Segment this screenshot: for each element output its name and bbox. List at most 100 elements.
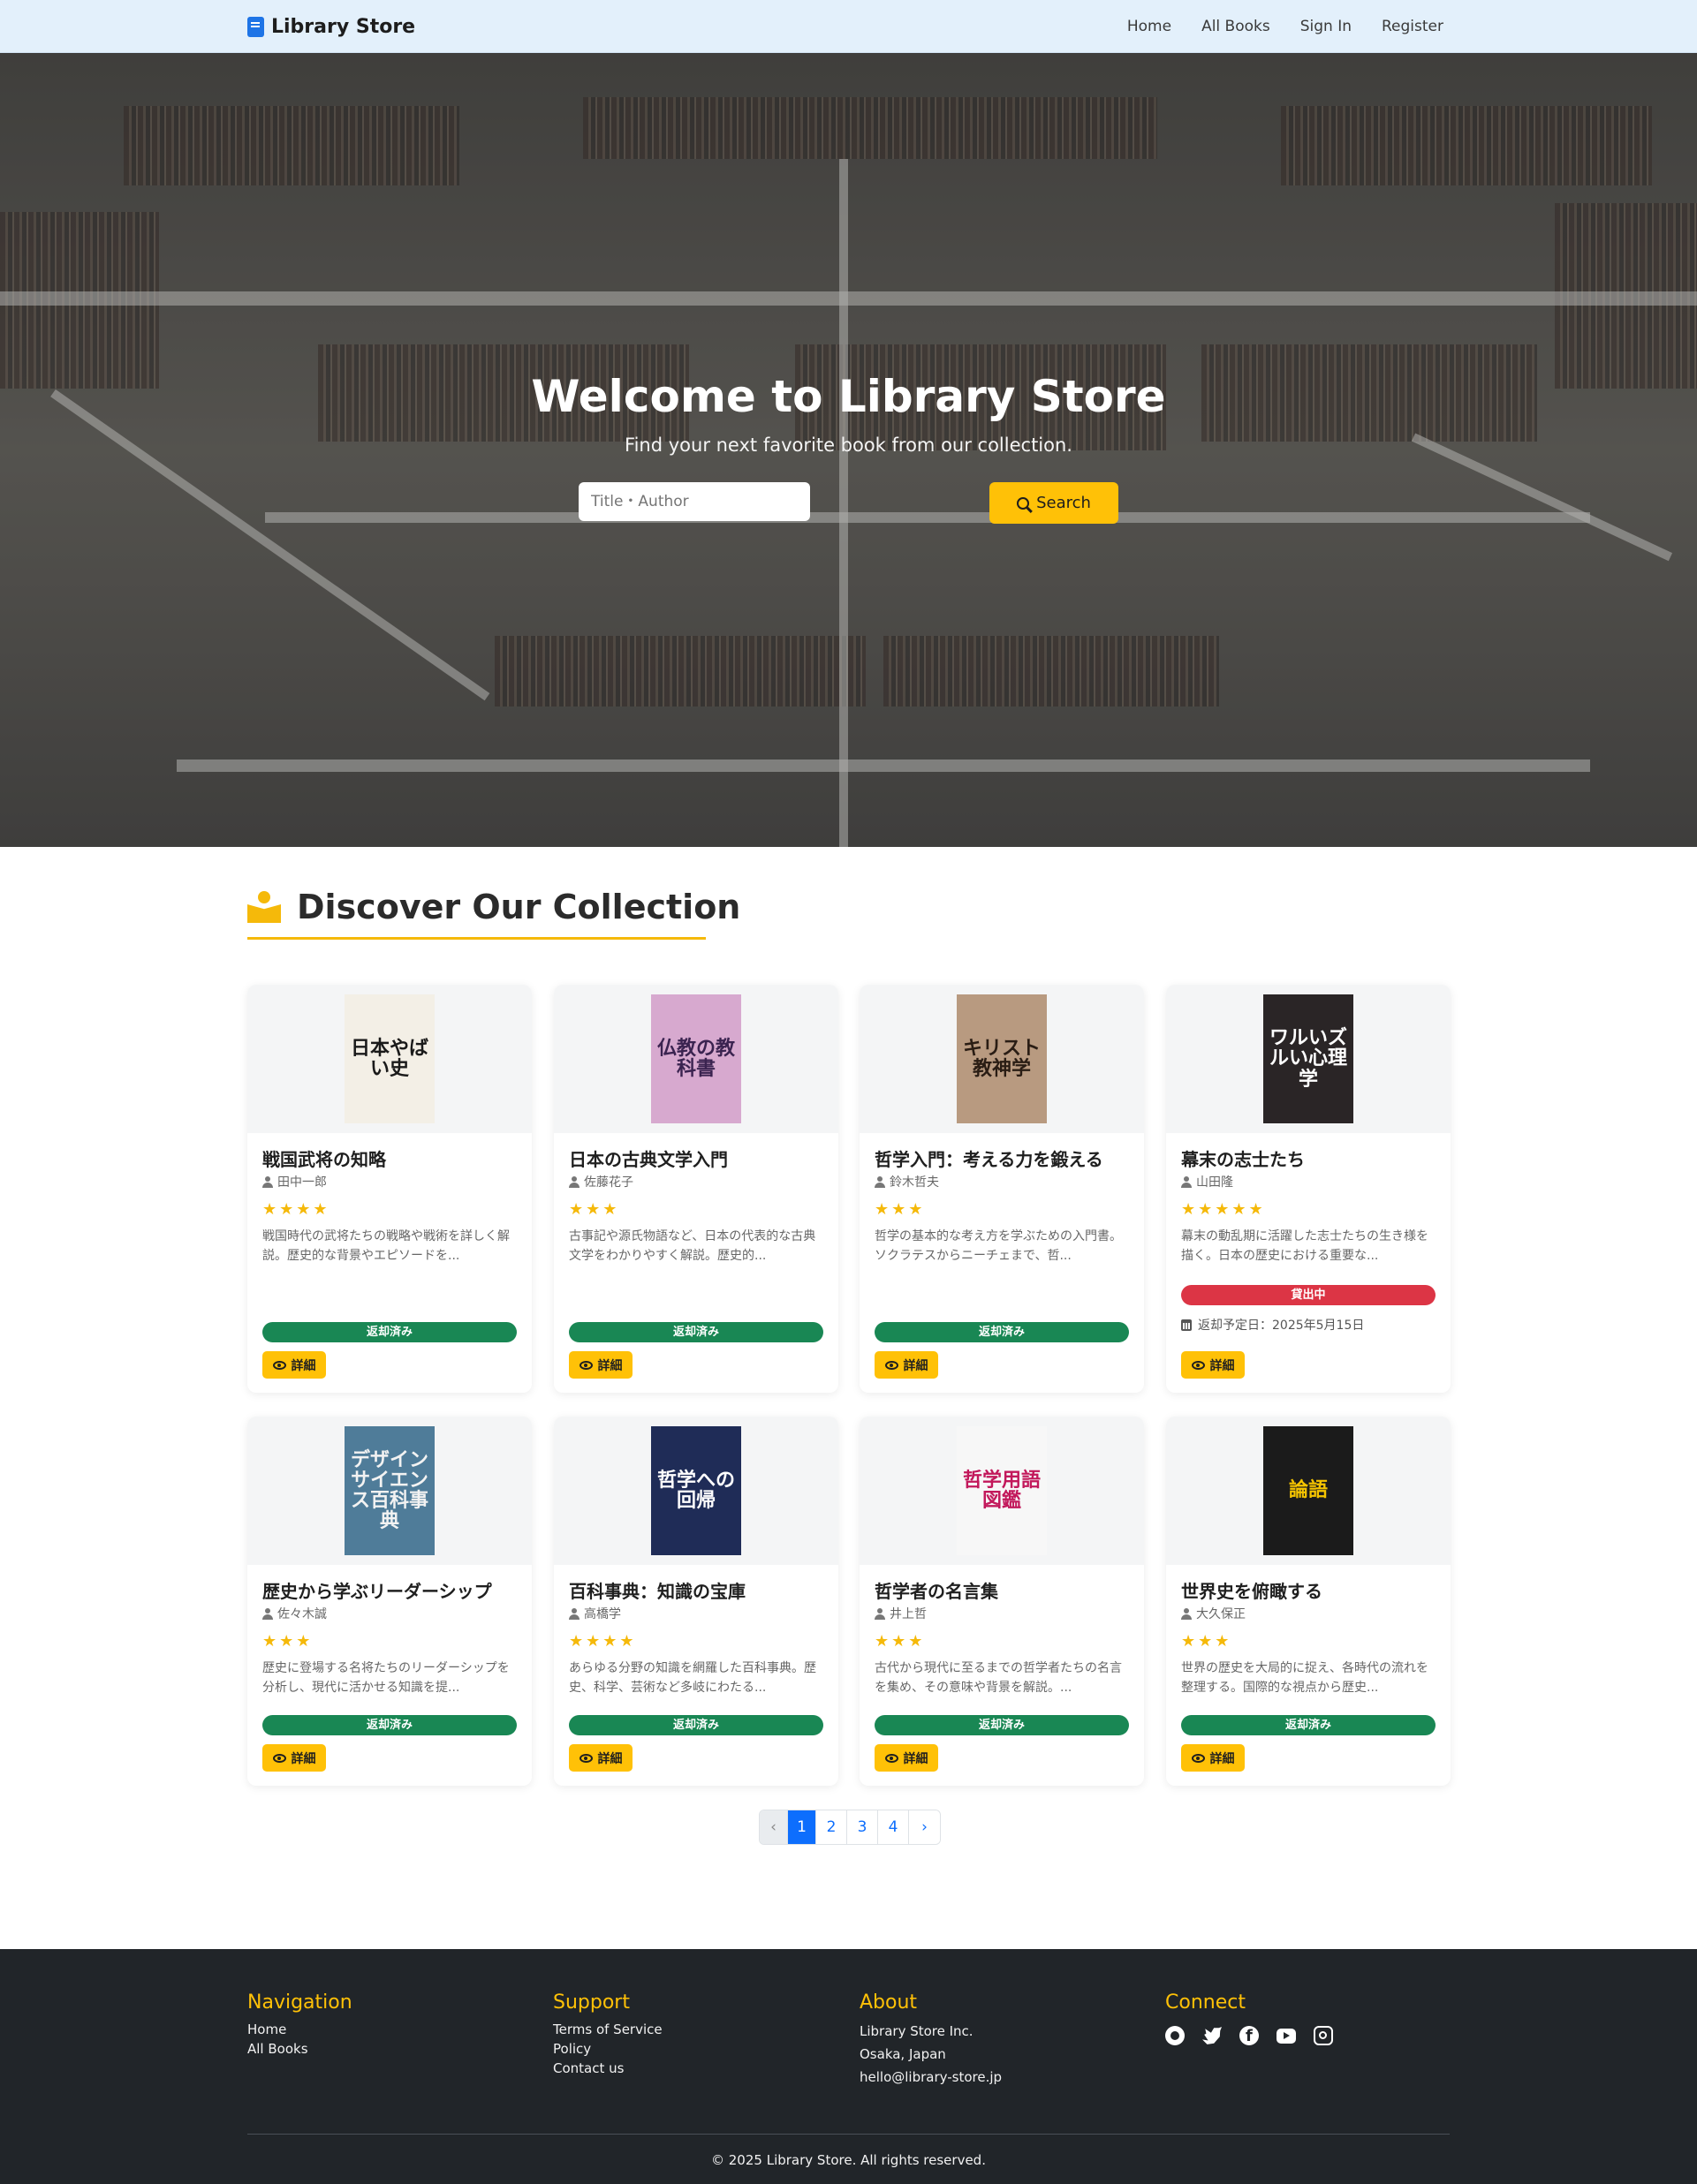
eye-icon bbox=[579, 1753, 593, 1763]
book-card-body: 世界史を俯瞰する 大久保正 ★★★ 世界の歴史を大局的に捉え、各時代の流れを整理する。… bbox=[1166, 1565, 1451, 1699]
nav-link-all-books[interactable]: All Books bbox=[1201, 18, 1270, 35]
user-icon bbox=[875, 1607, 885, 1620]
social-links bbox=[1165, 2026, 1333, 2045]
pagination: ‹ 1 2 3 4 › bbox=[759, 1810, 941, 1845]
footer-heading-support: Support bbox=[553, 1991, 630, 2014]
twitter-icon[interactable] bbox=[1202, 2027, 1222, 2044]
book-cover-area: 哲学への回帰 bbox=[554, 1417, 838, 1565]
book-author: 鈴木哲夫 bbox=[875, 1173, 1129, 1190]
book-card: 哲学への回帰 百科事典：知識の宝庫 高橋学 ★★★★ あらゆる分野の知識を網羅した百科事… bbox=[554, 1417, 838, 1786]
rating-stars: ★★★ bbox=[875, 1200, 926, 1219]
footer-about: About Library Store Inc. Osaka, Japan he… bbox=[860, 1991, 1002, 2089]
detail-button[interactable]: 詳細 bbox=[875, 1744, 938, 1772]
book-card-body: 日本の古典文学入門 佐藤花子 ★★★ 古事記や源氏物語など、日本の代表的な古典文学をわ… bbox=[554, 1133, 838, 1267]
footer-heading-connect: Connect bbox=[1165, 1991, 1246, 2014]
hero-content: Welcome to Library Store Find your next … bbox=[0, 53, 1697, 847]
pagination-next[interactable]: › bbox=[909, 1810, 940, 1844]
book-cover-title: 日本やばい史 bbox=[350, 1037, 428, 1080]
detail-button[interactable]: 詳細 bbox=[875, 1351, 938, 1379]
reader-icon bbox=[247, 891, 281, 923]
book-cover-image[interactable]: 哲学への回帰 bbox=[651, 1426, 741, 1555]
status-badge: 貸出中 bbox=[1181, 1285, 1436, 1305]
detail-button-label: 詳細 bbox=[1209, 1751, 1235, 1766]
detail-button-label: 詳細 bbox=[291, 1358, 316, 1373]
book-cover-title: 論語 bbox=[1288, 1479, 1328, 1502]
footer-link-home[interactable]: Home bbox=[247, 2020, 352, 2039]
user-icon bbox=[569, 1607, 580, 1620]
search-input[interactable] bbox=[579, 482, 810, 521]
book-cover-title: 哲学用語図鑑 bbox=[962, 1469, 1041, 1512]
detail-button-label: 詳細 bbox=[903, 1751, 928, 1766]
hero-banner: Welcome to Library Store Find your next … bbox=[0, 53, 1697, 847]
book-cover-area: ワルいズルい心理学 bbox=[1166, 985, 1451, 1133]
search-button[interactable]: Search bbox=[989, 482, 1118, 524]
rating-stars: ★★★ bbox=[569, 1200, 620, 1219]
book-author: 佐藤花子 bbox=[569, 1173, 823, 1190]
youtube-icon[interactable] bbox=[1277, 2029, 1296, 2044]
collection-heading: Discover Our Collection bbox=[247, 888, 740, 926]
book-cover-image[interactable]: ワルいズルい心理学 bbox=[1263, 994, 1353, 1123]
detail-button[interactable]: 詳細 bbox=[262, 1351, 326, 1379]
detail-button[interactable]: 詳細 bbox=[569, 1351, 633, 1379]
detail-button[interactable]: 詳細 bbox=[1181, 1744, 1245, 1772]
book-author: 田中一郎 bbox=[262, 1173, 517, 1190]
book-cover-image[interactable]: 哲学用語図鑑 bbox=[957, 1426, 1047, 1555]
detail-button[interactable]: 詳細 bbox=[262, 1744, 326, 1772]
detail-button-label: 詳細 bbox=[597, 1358, 623, 1373]
detail-button[interactable]: 詳細 bbox=[1181, 1351, 1245, 1379]
pagination-page-3[interactable]: 3 bbox=[847, 1810, 878, 1844]
pagination-prev[interactable]: ‹ bbox=[760, 1810, 788, 1844]
user-icon bbox=[569, 1175, 580, 1188]
status-badge: 返却済み bbox=[1181, 1715, 1436, 1735]
facebook-icon[interactable] bbox=[1239, 2026, 1259, 2045]
book-title: 百科事典：知識の宝庫 bbox=[569, 1581, 746, 1602]
pagination-page-4[interactable]: 4 bbox=[878, 1810, 909, 1844]
book-card: 日本やばい史 戦国武将の知略 田中一郎 ★★★★ 戦国時代の武将たちの戦略や戦術を詳しく… bbox=[247, 985, 532, 1393]
eye-icon bbox=[884, 1753, 898, 1763]
book-cover-image[interactable]: 日本やばい史 bbox=[345, 994, 435, 1123]
footer-link-policy[interactable]: Policy bbox=[553, 2039, 663, 2059]
hero-subtitle: Find your next favorite book from our co… bbox=[625, 435, 1072, 456]
book-description: 世界の歴史を大局的に捉え、各時代の流れを整理する。国際的な視点から歴史... bbox=[1181, 1661, 1428, 1696]
footer-link-all-books[interactable]: All Books bbox=[247, 2039, 352, 2059]
footer-link-contact[interactable]: Contact us bbox=[553, 2059, 663, 2078]
footer-heading-about: About bbox=[860, 1991, 918, 2014]
book-card-body: 戦国武将の知略 田中一郎 ★★★★ 戦国時代の武将たちの戦略や戦術を詳しく解説。歴史的… bbox=[247, 1133, 532, 1267]
book-cover-image[interactable]: 仏教の教科書 bbox=[651, 994, 741, 1123]
book-cover-image[interactable]: デザインサイエンス百科事典 bbox=[345, 1426, 435, 1555]
company-email[interactable]: hello@library-store.jp bbox=[860, 2066, 1002, 2089]
hero-title: Welcome to Library Store bbox=[531, 371, 1166, 422]
due-date: 返却予定日：2025年5月15日 bbox=[1181, 1316, 1364, 1334]
rating-stars: ★★★★ bbox=[262, 1200, 330, 1219]
company-name: Library Store Inc. bbox=[860, 2023, 974, 2039]
author-name: 井上哲 bbox=[890, 1607, 927, 1621]
book-card-body: 哲学者の名言集 井上哲 ★★★ 古代から現代に至るまでの哲学者たちの名言を集め、その意… bbox=[860, 1565, 1144, 1699]
book-cover-title: 哲学への回帰 bbox=[656, 1469, 735, 1512]
eye-icon bbox=[272, 1753, 286, 1763]
detail-button-label: 詳細 bbox=[291, 1751, 316, 1766]
book-cover-image[interactable]: キリスト教神学 bbox=[957, 994, 1047, 1123]
instagram-icon[interactable] bbox=[1314, 2026, 1333, 2045]
nav-links: Home All Books Sign In Register bbox=[1127, 0, 1443, 53]
author-name: 佐藤花子 bbox=[584, 1175, 633, 1190]
detail-button[interactable]: 詳細 bbox=[569, 1744, 633, 1772]
brand-link[interactable]: Library Store bbox=[247, 0, 415, 53]
footer-connect: Connect bbox=[1165, 1991, 1333, 2045]
book-author: 山田隆 bbox=[1181, 1173, 1436, 1190]
pagination-page-1[interactable]: 1 bbox=[788, 1810, 816, 1844]
nav-link-register[interactable]: Register bbox=[1382, 18, 1443, 35]
nav-link-sign-in[interactable]: Sign In bbox=[1300, 18, 1352, 35]
github-icon[interactable] bbox=[1165, 2026, 1185, 2045]
book-cover-title: キリスト教神学 bbox=[962, 1037, 1041, 1080]
pagination-page-2[interactable]: 2 bbox=[816, 1810, 847, 1844]
eye-icon bbox=[272, 1360, 286, 1370]
book-card: キリスト教神学 哲学入門：考える力を鍛える 鈴木哲夫 ★★★ 哲学の基本的な考え方を学ぶ… bbox=[860, 985, 1144, 1393]
book-cover-image[interactable]: 論語 bbox=[1263, 1426, 1353, 1555]
book-card: 哲学用語図鑑哲学者の名言集 井上哲 ★★★ 古代から現代に至るまでの哲学者たちの名言を… bbox=[860, 1417, 1144, 1786]
heading-underline bbox=[247, 937, 706, 940]
footer-link-terms[interactable]: Terms of Service bbox=[553, 2020, 663, 2039]
status-badge: 返却済み bbox=[569, 1322, 823, 1342]
nav-link-home[interactable]: Home bbox=[1127, 18, 1171, 35]
author-name: 高橋学 bbox=[584, 1607, 621, 1621]
book-icon bbox=[247, 16, 264, 37]
